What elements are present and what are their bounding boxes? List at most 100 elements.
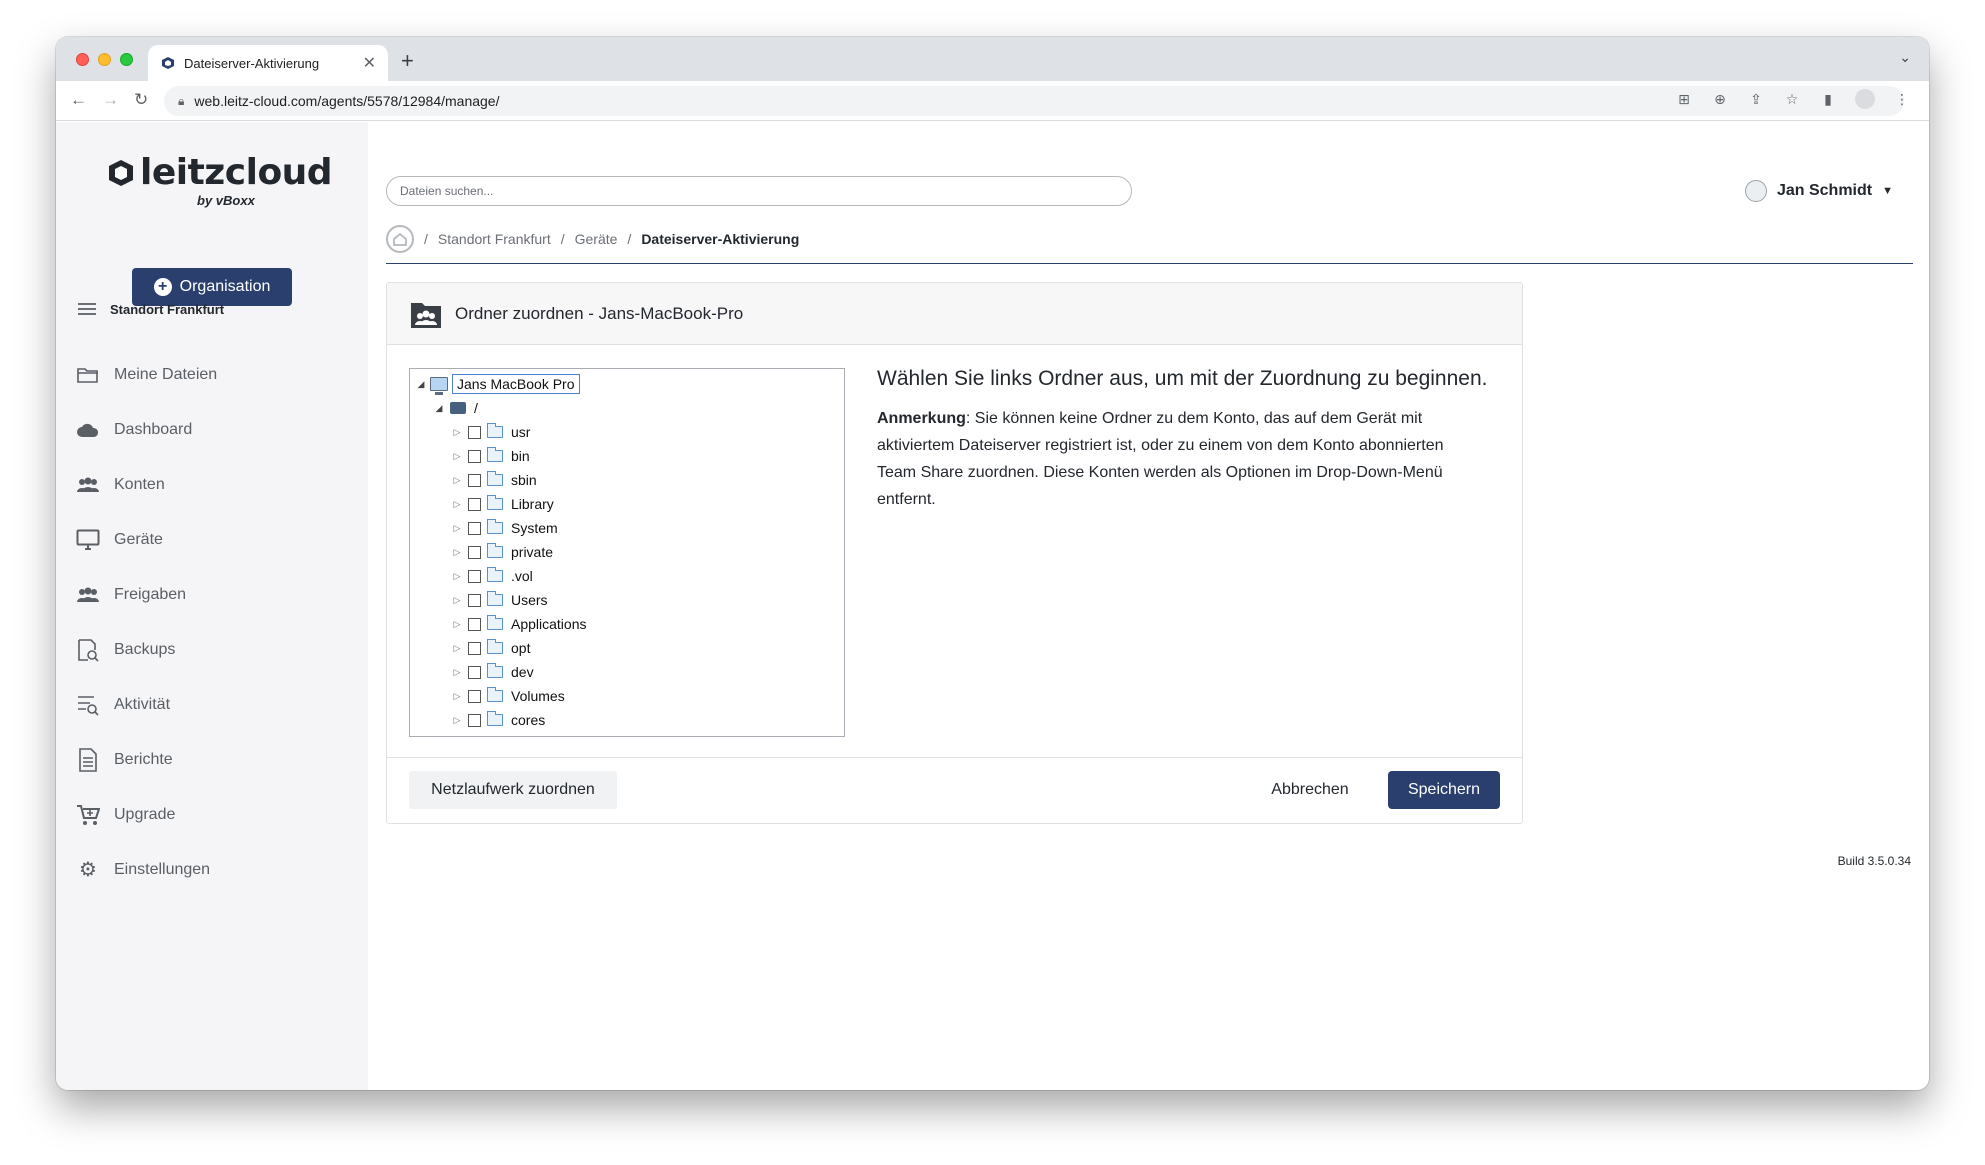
tree-folder-row[interactable]: ▷ bin: [452, 444, 530, 468]
translate-icon[interactable]: ⊞: [1675, 91, 1693, 108]
sidebar-nav: Meine Dateien Dashboard Konten Geräte Fr…: [76, 347, 217, 897]
tree-folder-row[interactable]: ▷ private: [452, 540, 553, 564]
sidebar-item-freigaben[interactable]: Freigaben: [76, 567, 217, 622]
folder-checkbox[interactable]: [468, 617, 481, 631]
folder-checkbox[interactable]: [468, 641, 481, 655]
collapsed-triangle-icon[interactable]: ▷: [452, 595, 462, 606]
hamburger-menu-icon[interactable]: [78, 303, 96, 315]
sidebar-item-berichte[interactable]: Berichte: [76, 732, 217, 787]
collapsed-triangle-icon[interactable]: ▷: [452, 523, 462, 534]
folder-icon: [487, 543, 503, 558]
folder-icon: [487, 639, 503, 654]
sidebar-item-geraete[interactable]: Geräte: [76, 512, 217, 567]
forward-arrow-icon[interactable]: →: [102, 90, 119, 110]
side-panel-icon[interactable]: ▮: [1819, 91, 1837, 108]
location-selector[interactable]: Standort Frankfurt: [78, 299, 224, 319]
tree-folder-row[interactable]: ▷ Users: [452, 588, 548, 612]
tree-folder-row[interactable]: ▷ Applications: [452, 612, 587, 636]
collapsed-triangle-icon[interactable]: ▷: [452, 475, 462, 486]
tree-folder-row[interactable]: ▷ Library: [452, 492, 554, 516]
tree-folder-row[interactable]: ▷ opt: [452, 636, 530, 660]
address-bar[interactable]: 🔒︎ web.leitz-cloud.com/agents/5578/12984…: [164, 86, 1904, 116]
tree-folder-row[interactable]: ▷ cores: [452, 708, 545, 732]
tree-folder-row[interactable]: ▷ usr: [452, 420, 530, 444]
save-button[interactable]: Speichern: [1388, 771, 1500, 809]
folder-icon: [487, 711, 503, 726]
cancel-button[interactable]: Abbrechen: [1260, 771, 1360, 809]
sidebar-item-label: Upgrade: [114, 805, 176, 823]
breadcrumb-item-geraete[interactable]: Geräte: [575, 231, 618, 247]
collapsed-triangle-icon[interactable]: ▷: [452, 715, 462, 726]
profile-avatar-icon[interactable]: [1855, 89, 1875, 109]
collapsed-triangle-icon[interactable]: ▷: [452, 571, 462, 582]
tree-folder-row[interactable]: ▷ sbin: [452, 468, 537, 492]
folder-checkbox[interactable]: [468, 473, 481, 487]
tree-folder-row[interactable]: ▷ dev: [452, 660, 534, 684]
close-window-button[interactable]: [76, 53, 89, 66]
sidebar-item-label: Konten: [114, 475, 165, 493]
collapsed-triangle-icon[interactable]: ▷: [452, 451, 462, 462]
close-tab-icon[interactable]: ✕: [363, 53, 376, 73]
minimize-window-button[interactable]: [98, 53, 111, 66]
tree-root-row[interactable]: ◢ Jans MacBook Pro: [416, 372, 580, 396]
tree-drive-row[interactable]: ◢ /: [434, 396, 478, 420]
share-icon[interactable]: ⇪: [1747, 91, 1765, 108]
sidebar-item-upgrade[interactable]: Upgrade: [76, 787, 217, 842]
folder-icon: [487, 471, 503, 486]
breadcrumb-item-standort[interactable]: Standort Frankfurt: [438, 231, 551, 247]
folder-checkbox[interactable]: [468, 521, 481, 535]
collapsed-triangle-icon[interactable]: ▷: [452, 691, 462, 702]
expanded-triangle-icon[interactable]: ◢: [434, 403, 444, 414]
tree-folder-row[interactable]: ▷ System: [452, 516, 558, 540]
expanded-triangle-icon[interactable]: ◢: [416, 379, 426, 390]
sidebar-item-aktivitaet[interactable]: Aktivität: [76, 677, 217, 732]
user-name: Jan Schmidt: [1776, 182, 1873, 199]
tab-search-chevron-icon[interactable]: ⌄: [1899, 49, 1911, 66]
activity-icon: [76, 693, 100, 717]
folder-checkbox[interactable]: [468, 593, 481, 607]
tree-folder-row[interactable]: ▷ Volumes: [452, 684, 565, 708]
folder-checkbox[interactable]: [468, 425, 481, 439]
sidebar-item-konten[interactable]: Konten: [76, 457, 217, 512]
user-menu[interactable]: Jan Schmidt ▼: [1744, 180, 1893, 202]
home-icon[interactable]: [386, 225, 414, 253]
zoom-icon[interactable]: ⊕: [1711, 91, 1729, 108]
sidebar-item-backups[interactable]: Backups: [76, 622, 217, 677]
tree-root-label[interactable]: Jans MacBook Pro: [452, 374, 580, 394]
collapsed-triangle-icon[interactable]: ▷: [452, 427, 462, 438]
computer-icon: [430, 377, 448, 395]
folder-checkbox[interactable]: [468, 497, 481, 511]
collapsed-triangle-icon[interactable]: ▷: [452, 643, 462, 654]
folder-checkbox[interactable]: [468, 545, 481, 559]
back-arrow-icon[interactable]: ←: [70, 90, 87, 110]
collapsed-triangle-icon[interactable]: ▷: [452, 619, 462, 630]
bookmark-star-icon[interactable]: ☆: [1783, 91, 1801, 108]
sidebar-item-dashboard[interactable]: Dashboard: [76, 402, 217, 457]
plus-circle-icon: +: [153, 278, 172, 296]
sidebar-item-meine-dateien[interactable]: Meine Dateien: [76, 347, 217, 402]
folder-checkbox[interactable]: [468, 665, 481, 679]
sidebar-item-label: Aktivität: [114, 695, 171, 713]
browser-tab[interactable]: Dateiserver-Aktivierung ✕: [148, 45, 388, 81]
lock-icon[interactable]: 🔒︎: [178, 94, 184, 109]
reload-icon[interactable]: ↻: [134, 90, 148, 110]
folder-checkbox[interactable]: [468, 569, 481, 583]
file-search-input[interactable]: Dateien suchen...: [386, 176, 1132, 206]
map-network-drive-button[interactable]: Netzlaufwerk zuordnen: [409, 771, 617, 809]
folder-icon: [487, 423, 503, 438]
new-tab-icon[interactable]: +: [401, 48, 414, 74]
folder-checkbox[interactable]: [468, 713, 481, 727]
maximize-window-button[interactable]: [120, 53, 133, 66]
folder-checkbox[interactable]: [468, 449, 481, 463]
collapsed-triangle-icon[interactable]: ▷: [452, 547, 462, 558]
browser-menu-icon[interactable]: ⋮: [1893, 91, 1911, 108]
leitzcloud-logo[interactable]: leitzcloud: [106, 152, 333, 193]
collapsed-triangle-icon[interactable]: ▷: [452, 499, 462, 510]
folder-checkbox[interactable]: [468, 689, 481, 703]
sidebar-item-einstellungen[interactable]: ⚙ Einstellungen: [76, 842, 217, 897]
tree-folder-row[interactable]: ▷ .vol: [452, 564, 533, 588]
collapsed-triangle-icon[interactable]: ▷: [452, 667, 462, 678]
sidebar-item-label: Freigaben: [114, 585, 187, 603]
share-users-icon: [76, 583, 100, 607]
sidebar: leitzcloud by vBoxx + Organisation Stand…: [56, 122, 368, 1090]
